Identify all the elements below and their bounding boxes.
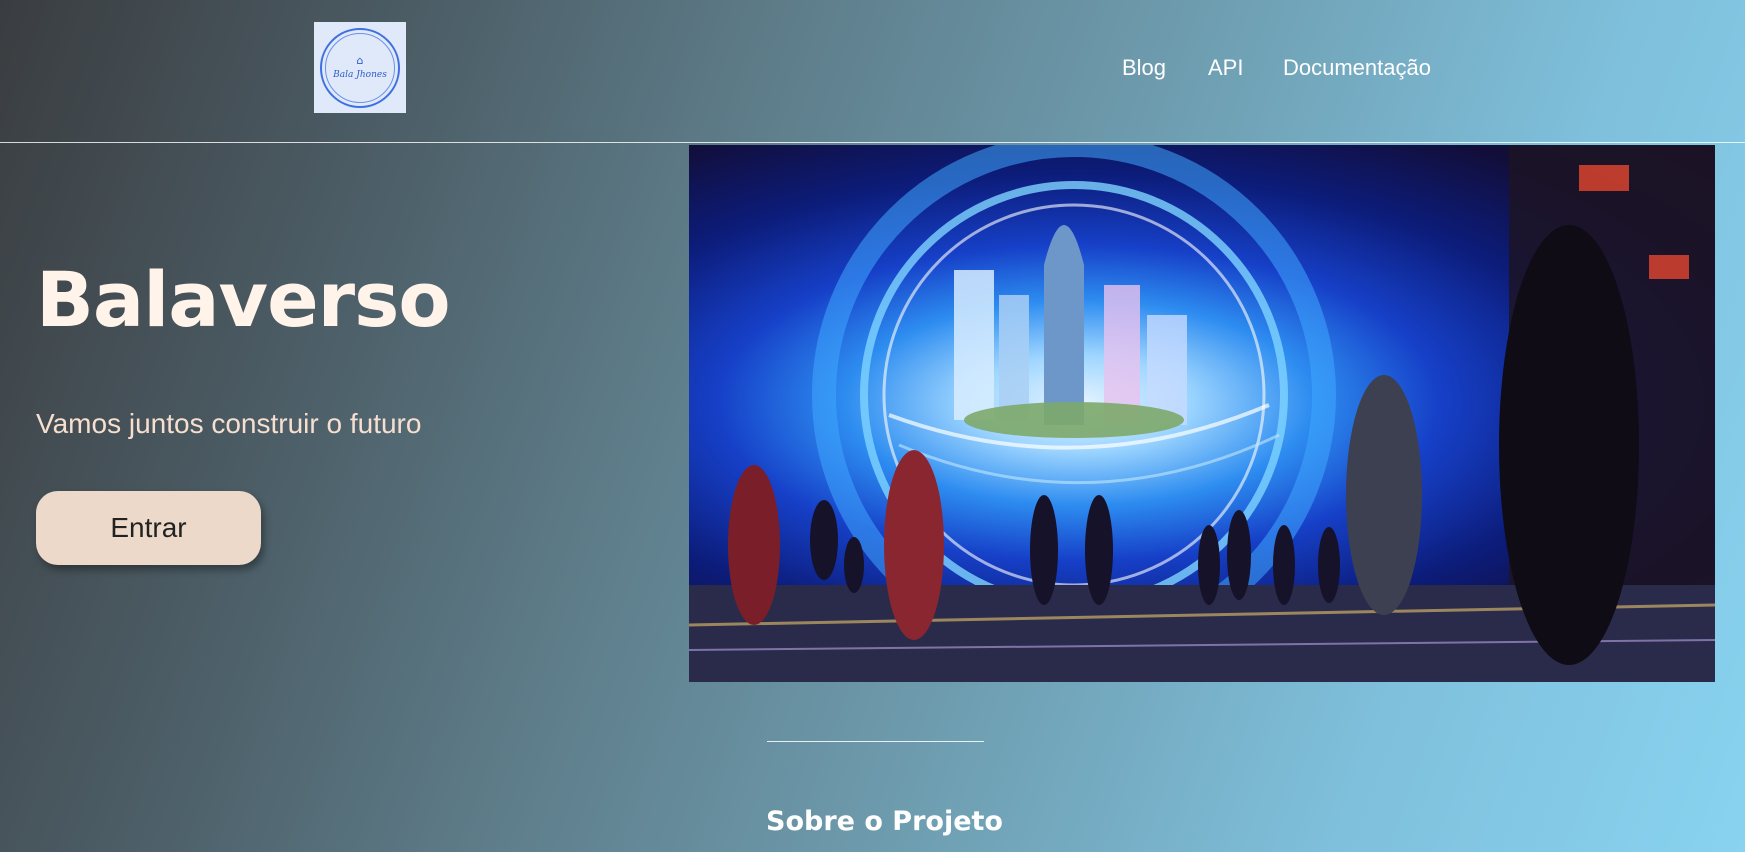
site-header: ⌂ Bala Jhones Blog API Documentação [0,0,1745,143]
about-section-title: Sobre o Projeto [766,806,1003,837]
hero-title: Balaverso [36,255,451,344]
hero-illustration [689,145,1715,682]
nav-link-api[interactable]: API [1208,55,1243,81]
nav-link-documentacao[interactable]: Documentação [1283,55,1431,81]
section-divider [767,741,984,742]
hero-subtitle: Vamos juntos construir o futuro [36,408,422,439]
logo-monogram-icon: ⌂ [356,54,364,67]
logo-text: Bala Jhones [333,70,387,80]
hero-image [689,145,1715,682]
logo[interactable]: ⌂ Bala Jhones [314,22,406,113]
logo-inner: ⌂ Bala Jhones [325,32,395,103]
nav-link-blog[interactable]: Blog [1122,55,1166,81]
logo-ring: ⌂ Bala Jhones [320,27,400,108]
enter-button[interactable]: Entrar [36,491,261,565]
